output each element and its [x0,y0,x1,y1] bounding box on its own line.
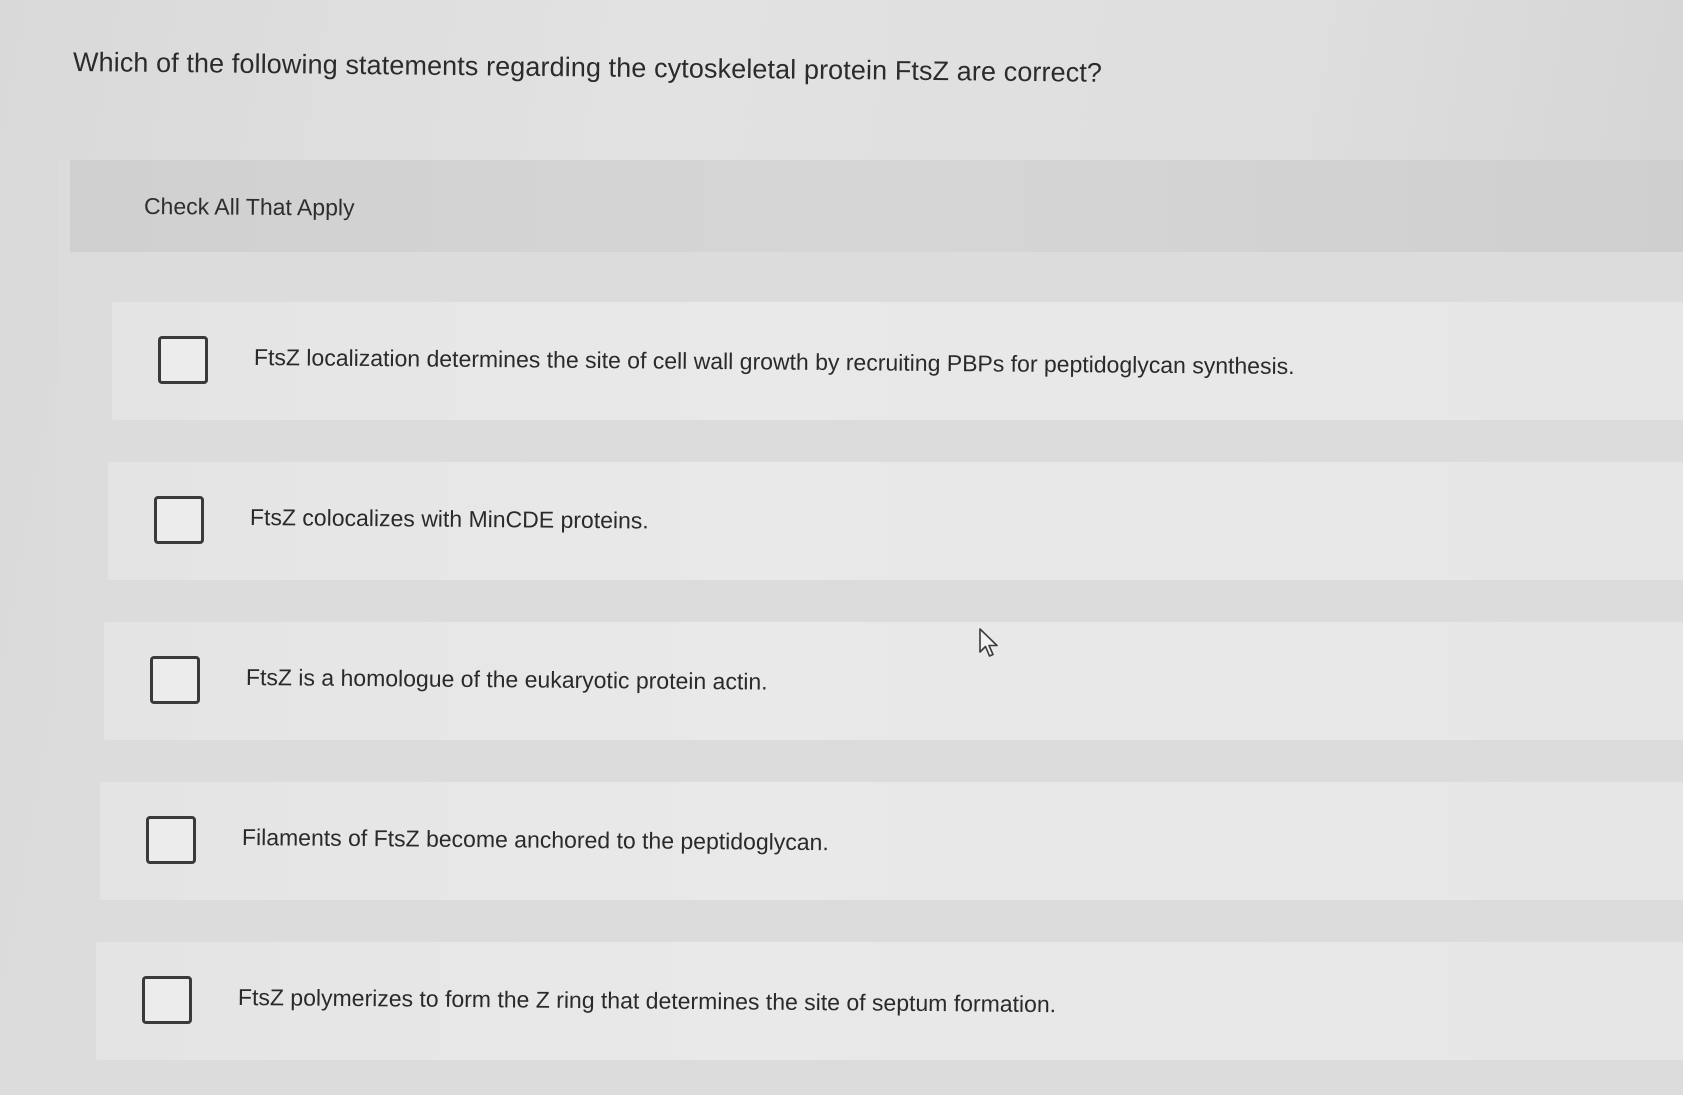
option-label[interactable]: FtsZ colocalizes with MinCDE proteins. [250,500,649,537]
option-checkbox[interactable] [154,496,204,544]
option-row[interactable]: FtsZ polymerizes to form the Z ring that… [96,942,1683,1060]
option-checkbox[interactable] [158,336,208,384]
option-checkbox[interactable] [150,656,200,704]
option-row[interactable]: FtsZ colocalizes with MinCDE proteins. [108,462,1683,580]
option-row[interactable]: FtsZ localization determines the site of… [112,302,1683,420]
instruction-text: Check All That Apply [143,193,355,221]
option-checkbox[interactable] [142,976,192,1024]
option-label[interactable]: FtsZ localization determines the site of… [254,340,1295,383]
question-text: Which of the following statements regard… [72,47,1103,88]
option-row[interactable]: FtsZ is a homologue of the eukaryotic pr… [104,622,1683,740]
option-checkbox[interactable] [146,816,196,864]
option-label[interactable]: FtsZ is a homologue of the eukaryotic pr… [246,660,768,699]
option-row[interactable]: Filaments of FtsZ become anchored to the… [100,782,1683,900]
option-label[interactable]: FtsZ polymerizes to form the Z ring that… [238,980,1056,1021]
option-label[interactable]: Filaments of FtsZ become anchored to the… [242,820,829,859]
mouse-pointer-icon [979,628,998,657]
